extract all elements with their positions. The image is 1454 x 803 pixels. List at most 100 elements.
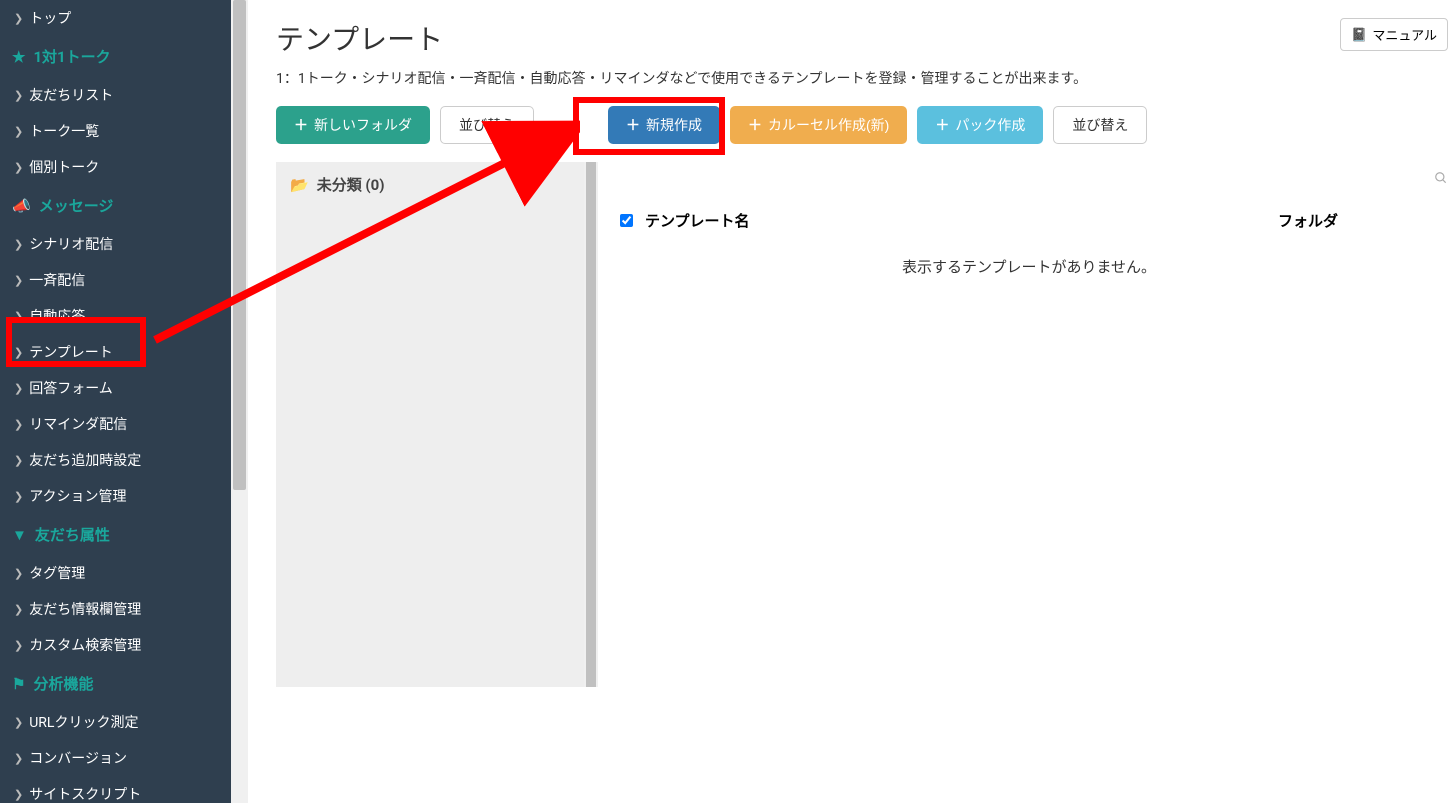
chevron-icon: ❯ <box>14 567 23 580</box>
carousel-create-button[interactable]: ＋ カルーセル作成(新) <box>730 106 907 144</box>
folder-panel: 📂 未分類 (0) <box>276 162 594 687</box>
button-label: パック作成 <box>955 115 1025 135</box>
sidebar-section-label: 分析機能 <box>33 673 93 694</box>
chevron-icon: ❯ <box>14 382 23 395</box>
sidebar-item-conversion[interactable]: ❯ コンバージョン <box>0 740 231 776</box>
scrollbar-thumb[interactable] <box>586 162 596 687</box>
sidebar-item-friendinfo[interactable]: ❯ 友だち情報欄管理 <box>0 591 231 627</box>
flag-icon: ⚑ <box>12 675 25 693</box>
book-icon <box>1351 27 1367 43</box>
sidebar-scrollbar[interactable] <box>231 0 248 803</box>
sidebar-label: タグ管理 <box>29 563 85 583</box>
sidebar-item-sitescript[interactable]: ❯ サイトスクリプト <box>0 776 231 803</box>
scrollbar-thumb[interactable] <box>233 0 246 490</box>
sidebar-item-friendlist[interactable]: ❯ 友だちリスト <box>0 77 231 113</box>
button-label: カルーセル作成(新) <box>768 115 889 135</box>
chevron-icon: ❯ <box>14 788 23 801</box>
sidebar-item-onadd[interactable]: ❯ 友だち追加時設定 <box>0 442 231 478</box>
chevron-icon: ❯ <box>14 603 23 616</box>
megaphone-icon: 📣 <box>12 197 31 215</box>
sidebar-item-scenario[interactable]: ❯ シナリオ配信 <box>0 226 231 262</box>
manual-button[interactable]: マニュアル <box>1340 18 1448 51</box>
sidebar-section-talk[interactable]: ★ 1対1トーク <box>0 36 231 77</box>
folder-scrollbar[interactable] <box>584 162 598 687</box>
sidebar-item-urlclick[interactable]: ❯URLクリック測定 <box>0 704 231 740</box>
chevron-icon: ❯ <box>14 238 23 251</box>
sidebar-item-customsearch[interactable]: ❯ カスタム検索管理 <box>0 627 231 663</box>
sidebar-item-reminder[interactable]: ❯ リマインダ配信 <box>0 406 231 442</box>
sidebar-label: 友だちリスト <box>29 85 113 105</box>
th-folder: フォルダ <box>1178 210 1438 231</box>
sidebar-label: アクション管理 <box>29 486 126 506</box>
button-label: 並び替え <box>459 115 515 135</box>
chevron-icon: ❯ <box>14 490 23 503</box>
star-icon: ★ <box>12 48 25 66</box>
sidebar-label: シナリオ配信 <box>29 234 113 254</box>
sidebar-item-broadcast[interactable]: ❯一斉配信 <box>0 262 231 298</box>
sidebar-label: 回答フォーム <box>29 378 113 398</box>
sidebar-label: 一斉配信 <box>29 270 85 290</box>
toolbar: ＋ 新しいフォルダ 並び替え ＋ 新規作成 ＋ カルーセル作成(新) ＋ パック… <box>276 106 1448 144</box>
sidebar-label: リマインダ配信 <box>29 414 127 434</box>
sidebar-item-individualtalk[interactable]: ❯ 個別トーク <box>0 149 231 185</box>
sidebar-section-label: メッセージ <box>39 195 114 216</box>
plus-icon: ＋ <box>748 115 762 135</box>
sidebar-section-label: 友だち属性 <box>35 524 110 545</box>
main-content: テンプレート マニュアル 1：1トーク・シナリオ配信・一斉配信・自動応答・リマイ… <box>248 0 1454 803</box>
button-label: 並び替え <box>1072 115 1128 135</box>
new-create-button[interactable]: ＋ 新規作成 <box>608 106 720 144</box>
sidebar-label: 自動応答 <box>29 306 85 326</box>
table-panel: テンプレート名 フォルダ 表示するテンプレートがありません。 <box>610 162 1448 291</box>
chevron-icon: ❯ <box>14 12 23 25</box>
sidebar-label: 友だち追加時設定 <box>29 450 141 470</box>
sidebar-item-form[interactable]: ❯ 回答フォーム <box>0 370 231 406</box>
sidebar-label: テンプレート <box>29 342 113 362</box>
chevron-icon: ❯ <box>14 161 23 174</box>
sidebar-item-template[interactable]: ❯ テンプレート <box>0 334 231 370</box>
folder-uncategorized[interactable]: 📂 未分類 (0) <box>276 162 594 207</box>
filter-icon: ▼ <box>12 526 27 544</box>
button-label: 新規作成 <box>646 115 702 135</box>
sidebar-item-autoresponse[interactable]: ❯ 自動応答 <box>0 298 231 334</box>
sidebar-label: コンバージョン <box>29 748 127 768</box>
page-description: 1：1トーク・シナリオ配信・一斉配信・自動応答・リマインダなどで使用できるテンプ… <box>276 68 1448 88</box>
chevron-icon: ❯ <box>14 418 23 431</box>
sidebar-item-tag[interactable]: ❯ タグ管理 <box>0 555 231 591</box>
sidebar-label: 個別トーク <box>29 157 99 177</box>
chevron-icon: ❯ <box>14 346 23 359</box>
sidebar-section-message[interactable]: 📣 メッセージ <box>0 185 231 226</box>
sidebar-item-talklist[interactable]: ❯ トーク一覧 <box>0 113 231 149</box>
chevron-icon: ❯ <box>14 125 23 138</box>
chevron-icon: ❯ <box>14 310 23 323</box>
sidebar-label: カスタム検索管理 <box>29 635 141 655</box>
sidebar-label: 友だち情報欄管理 <box>29 599 141 619</box>
sidebar-label: トップ <box>29 8 71 28</box>
sidebar-item-top[interactable]: ❯ トップ <box>0 0 231 36</box>
th-template-name: テンプレート名 <box>645 210 1178 231</box>
plus-icon: ＋ <box>626 115 640 135</box>
select-all-checkbox[interactable] <box>620 214 633 227</box>
button-label: 新しいフォルダ <box>314 115 412 135</box>
chevron-icon: ❯ <box>14 752 23 765</box>
sidebar-section-label: 1対1トーク <box>33 46 110 67</box>
sidebar-label: サイトスクリプト <box>29 784 141 803</box>
empty-message: 表示するテンプレートがありません。 <box>610 242 1448 291</box>
folder-open-icon: 📂 <box>290 176 309 194</box>
sidebar-label: トーク一覧 <box>29 121 99 141</box>
sidebar: ❯ トップ ★ 1対1トーク ❯ 友だちリスト ❯ トーク一覧 ❯ 個別トーク 📣 メ… <box>0 0 231 803</box>
sidebar-section-analytics[interactable]: ⚑ 分析機能 <box>0 663 231 704</box>
new-folder-button[interactable]: ＋ 新しいフォルダ <box>276 106 430 144</box>
chevron-icon: ❯ <box>14 716 23 729</box>
chevron-icon: ❯ <box>14 639 23 652</box>
pack-create-button[interactable]: ＋ パック作成 <box>917 106 1043 144</box>
chevron-icon: ❯ <box>14 89 23 102</box>
sort-folders-button[interactable]: 並び替え <box>440 106 534 144</box>
manual-label: マニュアル <box>1372 25 1437 44</box>
table-header: テンプレート名 フォルダ <box>610 201 1448 240</box>
search-icon[interactable] <box>1434 170 1448 189</box>
sort-templates-button[interactable]: 並び替え <box>1053 106 1147 144</box>
sidebar-section-friends[interactable]: ▼ 友だち属性 <box>0 514 231 555</box>
chevron-icon: ❯ <box>14 454 23 467</box>
sidebar-item-action[interactable]: ❯ アクション管理 <box>0 478 231 514</box>
page-title: テンプレート <box>276 18 443 58</box>
